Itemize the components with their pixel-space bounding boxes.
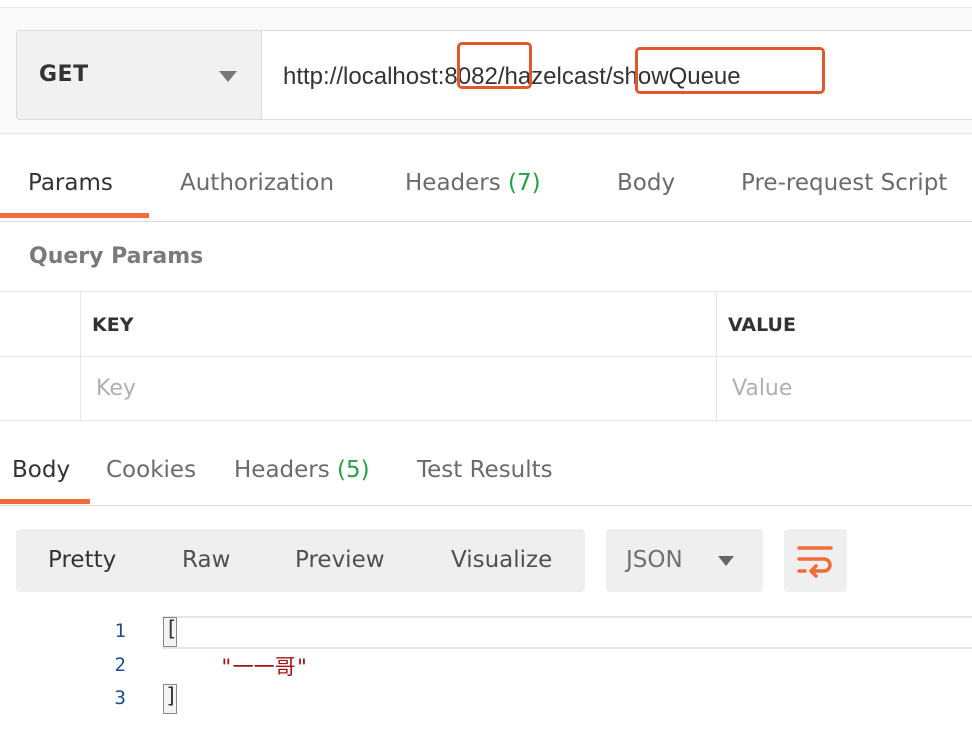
method-label: GET [39, 62, 89, 87]
active-tab-underline [0, 499, 90, 504]
line-number: 2 [114, 654, 126, 676]
tab-response-body[interactable]: Body [12, 457, 70, 483]
code-line: ] [165, 684, 178, 708]
active-tab-underline [0, 213, 149, 218]
column-divider [80, 292, 81, 422]
format-toggle-group: Pretty Raw Preview Visualize [16, 529, 585, 592]
top-strip [0, 0, 972, 8]
response-tabs: Body Cookies Headers (5) Test Results [0, 430, 972, 506]
row-divider [0, 356, 972, 357]
column-header-value: VALUE [728, 314, 796, 336]
wrap-lines-icon [797, 546, 833, 578]
chevron-down-icon [718, 556, 734, 566]
format-preview-button[interactable]: Preview [295, 547, 385, 573]
request-tabs: Params Authorization Headers (7) Body Pr… [0, 134, 972, 222]
format-raw-button[interactable]: Raw [182, 547, 230, 573]
code-line: "一一哥" [220, 655, 309, 679]
line-number: 1 [114, 620, 126, 642]
response-body-editor[interactable]: 1 2 3 [ "一一哥" ] [0, 612, 972, 734]
tab-body[interactable]: Body [617, 170, 675, 196]
port-highlight-box [457, 42, 532, 89]
tab-test-results[interactable]: Test Results [417, 457, 553, 483]
tab-authorization[interactable]: Authorization [180, 170, 334, 196]
query-params-title: Query Params [29, 244, 204, 269]
wrap-lines-button[interactable] [784, 529, 847, 592]
tab-params[interactable]: Params [28, 170, 113, 196]
method-select[interactable]: GET [16, 30, 262, 120]
chevron-down-icon [219, 71, 237, 82]
path-highlight-box [635, 47, 825, 94]
format-visualize-button[interactable]: Visualize [451, 547, 552, 573]
code-line: [ [165, 617, 178, 641]
column-divider [716, 292, 717, 422]
tab-cookies[interactable]: Cookies [106, 457, 196, 483]
url-input[interactable]: http://localhost:8082/hazelcast/showQueu… [261, 30, 972, 120]
headers-count: (7) [508, 170, 541, 196]
language-select[interactable]: JSON [606, 529, 763, 592]
line-number: 3 [114, 687, 126, 709]
query-params-table: KEY VALUE Key Value [0, 291, 972, 422]
tab-headers[interactable]: Headers (7) [405, 170, 541, 196]
value-input[interactable]: Value [732, 376, 792, 401]
column-header-key: KEY [92, 314, 134, 336]
key-input[interactable]: Key [96, 376, 136, 401]
tab-response-headers[interactable]: Headers (5) [234, 457, 370, 483]
response-headers-count: (5) [337, 457, 370, 483]
language-label: JSON [626, 547, 683, 573]
tab-pre-request-script[interactable]: Pre-request Script [741, 170, 947, 196]
current-line-highlight [162, 616, 972, 649]
format-pretty-button[interactable]: Pretty [48, 547, 116, 573]
